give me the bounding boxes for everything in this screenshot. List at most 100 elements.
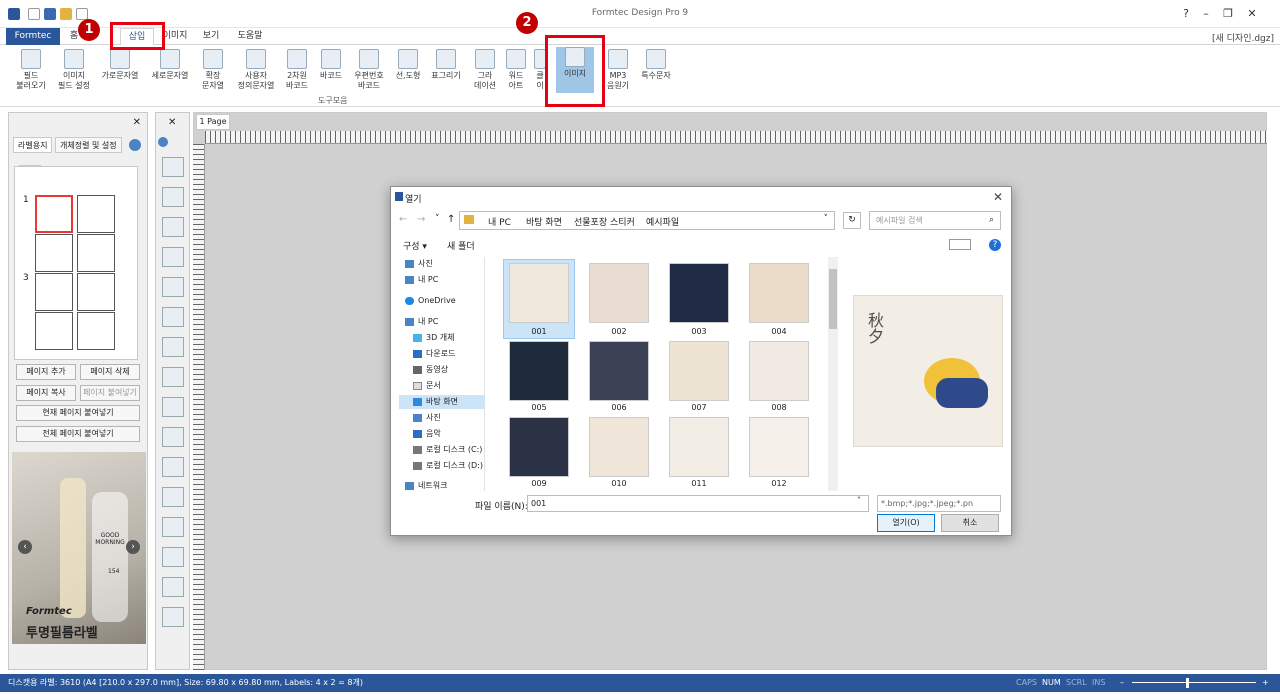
horizontal-text-button[interactable]: 가로문자열: [98, 49, 142, 81]
new-icon[interactable]: [28, 8, 40, 20]
recent-dropdown-icon[interactable]: ˅: [435, 214, 440, 224]
postal-barcode-button[interactable]: 우편번호 바코드: [350, 49, 388, 91]
close-button[interactable]: ✕: [1238, 6, 1266, 22]
refresh-icon[interactable]: ↻: [843, 212, 861, 229]
label-cell[interactable]: [35, 195, 73, 233]
special-char-button[interactable]: 특수문자: [636, 49, 676, 81]
zoom-thumb[interactable]: [1186, 678, 1189, 688]
table-button[interactable]: 표그리기: [428, 49, 464, 81]
wordart-tool-icon[interactable]: [162, 517, 184, 537]
search-input[interactable]: 예시파일 검색: [869, 211, 1001, 230]
next-icon[interactable]: [129, 139, 141, 151]
field-tool-icon[interactable]: [162, 157, 184, 177]
file-thumbnail[interactable]: [669, 341, 729, 401]
barcode-button[interactable]: 바코드: [316, 49, 346, 81]
file-list-scrollbar[interactable]: [828, 257, 838, 491]
label-cell[interactable]: [77, 234, 115, 272]
nav-item[interactable]: 내 PC: [405, 273, 438, 287]
paste-page-button[interactable]: 페이지 붙여넣기: [80, 385, 140, 401]
gradient-button[interactable]: 그라 데이션: [470, 49, 500, 91]
open-button[interactable]: 열기(O): [877, 514, 935, 532]
nav-item[interactable]: 내 PC: [405, 315, 438, 329]
delete-page-button[interactable]: 페이지 삭제: [80, 364, 140, 380]
file-thumbnail[interactable]: [509, 417, 569, 477]
address-bar[interactable]: 내 PC 바탕 화면 선물포장 스티커 예시파일 ˅: [459, 211, 835, 230]
file-name[interactable]: 007: [669, 403, 729, 412]
organize-button[interactable]: 구성 ▾: [403, 239, 427, 252]
label-cell[interactable]: [35, 234, 73, 272]
text-v-tool-icon[interactable]: [162, 247, 184, 267]
paste-current-page-button[interactable]: 현재 페이지 붙여넣기: [16, 405, 140, 421]
audio-tool-icon[interactable]: [162, 607, 184, 627]
file-name[interactable]: 009: [509, 479, 569, 488]
back-icon[interactable]: ←: [399, 214, 407, 225]
file-name[interactable]: 011: [669, 479, 729, 488]
open-folder-icon[interactable]: [60, 8, 72, 20]
nav-item[interactable]: 사진: [405, 257, 433, 271]
label-cell[interactable]: [77, 312, 115, 350]
postal-tool-icon[interactable]: [162, 397, 184, 417]
text-ext-tool-icon[interactable]: [162, 277, 184, 297]
up-icon[interactable]: ↑: [447, 214, 455, 225]
custom-text-tool-icon[interactable]: [162, 307, 184, 327]
nav-item[interactable]: 문서: [413, 379, 441, 393]
tab-view[interactable]: 보기: [196, 28, 226, 45]
table-tool-icon[interactable]: [162, 457, 184, 477]
nav-item[interactable]: 사진: [413, 411, 441, 425]
nav-item[interactable]: 로컬 디스크 (C:): [413, 443, 482, 457]
scroll-icon[interactable]: [158, 137, 168, 147]
shape-button[interactable]: 선,도형: [392, 49, 424, 81]
chevron-down-icon[interactable]: ˅: [824, 214, 829, 224]
tab-label-paper[interactable]: 라벨용지: [13, 137, 53, 153]
add-page-button[interactable]: 페이지 추가: [16, 364, 76, 380]
prev-slide-icon[interactable]: ‹: [18, 540, 32, 554]
label-cell[interactable]: [77, 195, 115, 233]
clipart-tool-icon[interactable]: [162, 547, 184, 567]
image-tool-icon[interactable]: [162, 577, 184, 597]
chevron-down-icon[interactable]: ˅: [857, 496, 861, 505]
new-folder-button[interactable]: 새 폴더: [447, 239, 475, 252]
file-name[interactable]: 002: [589, 327, 649, 336]
page-tab[interactable]: 1 Page: [196, 114, 230, 130]
file-name[interactable]: 012: [749, 479, 809, 488]
barcode-tool-icon[interactable]: [162, 367, 184, 387]
label-cell[interactable]: [77, 273, 115, 311]
extended-text-button[interactable]: 확장 문자열: [196, 49, 230, 91]
cancel-button[interactable]: 취소: [941, 514, 999, 532]
label-cell[interactable]: [35, 312, 73, 350]
nav-item[interactable]: 다운로드: [413, 347, 455, 361]
gradient-tool-icon[interactable]: [162, 487, 184, 507]
panel-close-icon[interactable]: ✕: [133, 117, 141, 128]
shape-tool-icon[interactable]: [162, 427, 184, 447]
nav-item[interactable]: 네트워크: [405, 479, 447, 493]
breadcrumb-item[interactable]: 선물포장 스티커: [574, 215, 635, 228]
file-thumbnail[interactable]: [589, 263, 649, 323]
breadcrumb-item[interactable]: 내 PC: [488, 215, 511, 228]
copy-page-button[interactable]: 페이지 복사: [16, 385, 76, 401]
breadcrumb-item[interactable]: 바탕 화면: [526, 215, 562, 228]
save-icon[interactable]: [44, 8, 56, 20]
view-options-icon[interactable]: [949, 239, 971, 250]
image-field-tool-icon[interactable]: [162, 187, 184, 207]
qr-tool-icon[interactable]: [162, 337, 184, 357]
next-slide-icon[interactable]: ›: [126, 540, 140, 554]
nav-item[interactable]: OneDrive: [405, 294, 456, 308]
file-name[interactable]: 001: [509, 327, 569, 336]
help-icon[interactable]: ?: [989, 239, 1001, 251]
paste-all-pages-button[interactable]: 전체 페이지 붙여넣기: [16, 426, 140, 442]
mp3-button[interactable]: MP3 음원기: [602, 49, 634, 91]
vertical-text-button[interactable]: 세로문자열: [148, 49, 192, 81]
filename-input[interactable]: 001: [527, 495, 869, 512]
wordart-button[interactable]: 워드 아트: [502, 49, 530, 91]
qr-code-button[interactable]: 2차원 바코드: [282, 49, 312, 91]
file-thumbnail[interactable]: [509, 341, 569, 401]
file-thumbnail[interactable]: [669, 417, 729, 477]
tab-object-settings[interactable]: 개체정렬 및 설정: [55, 137, 122, 153]
image-field-button[interactable]: 이미지 필드 설정: [54, 49, 94, 91]
file-thumbnail[interactable]: [749, 341, 809, 401]
close-icon[interactable]: ✕: [993, 190, 1003, 204]
nav-item[interactable]: 로컬 디스크 (D:): [413, 459, 483, 473]
file-name[interactable]: 008: [749, 403, 809, 412]
nav-item[interactable]: 음악: [413, 427, 441, 441]
nav-item-selected[interactable]: 바탕 화면: [399, 395, 485, 409]
